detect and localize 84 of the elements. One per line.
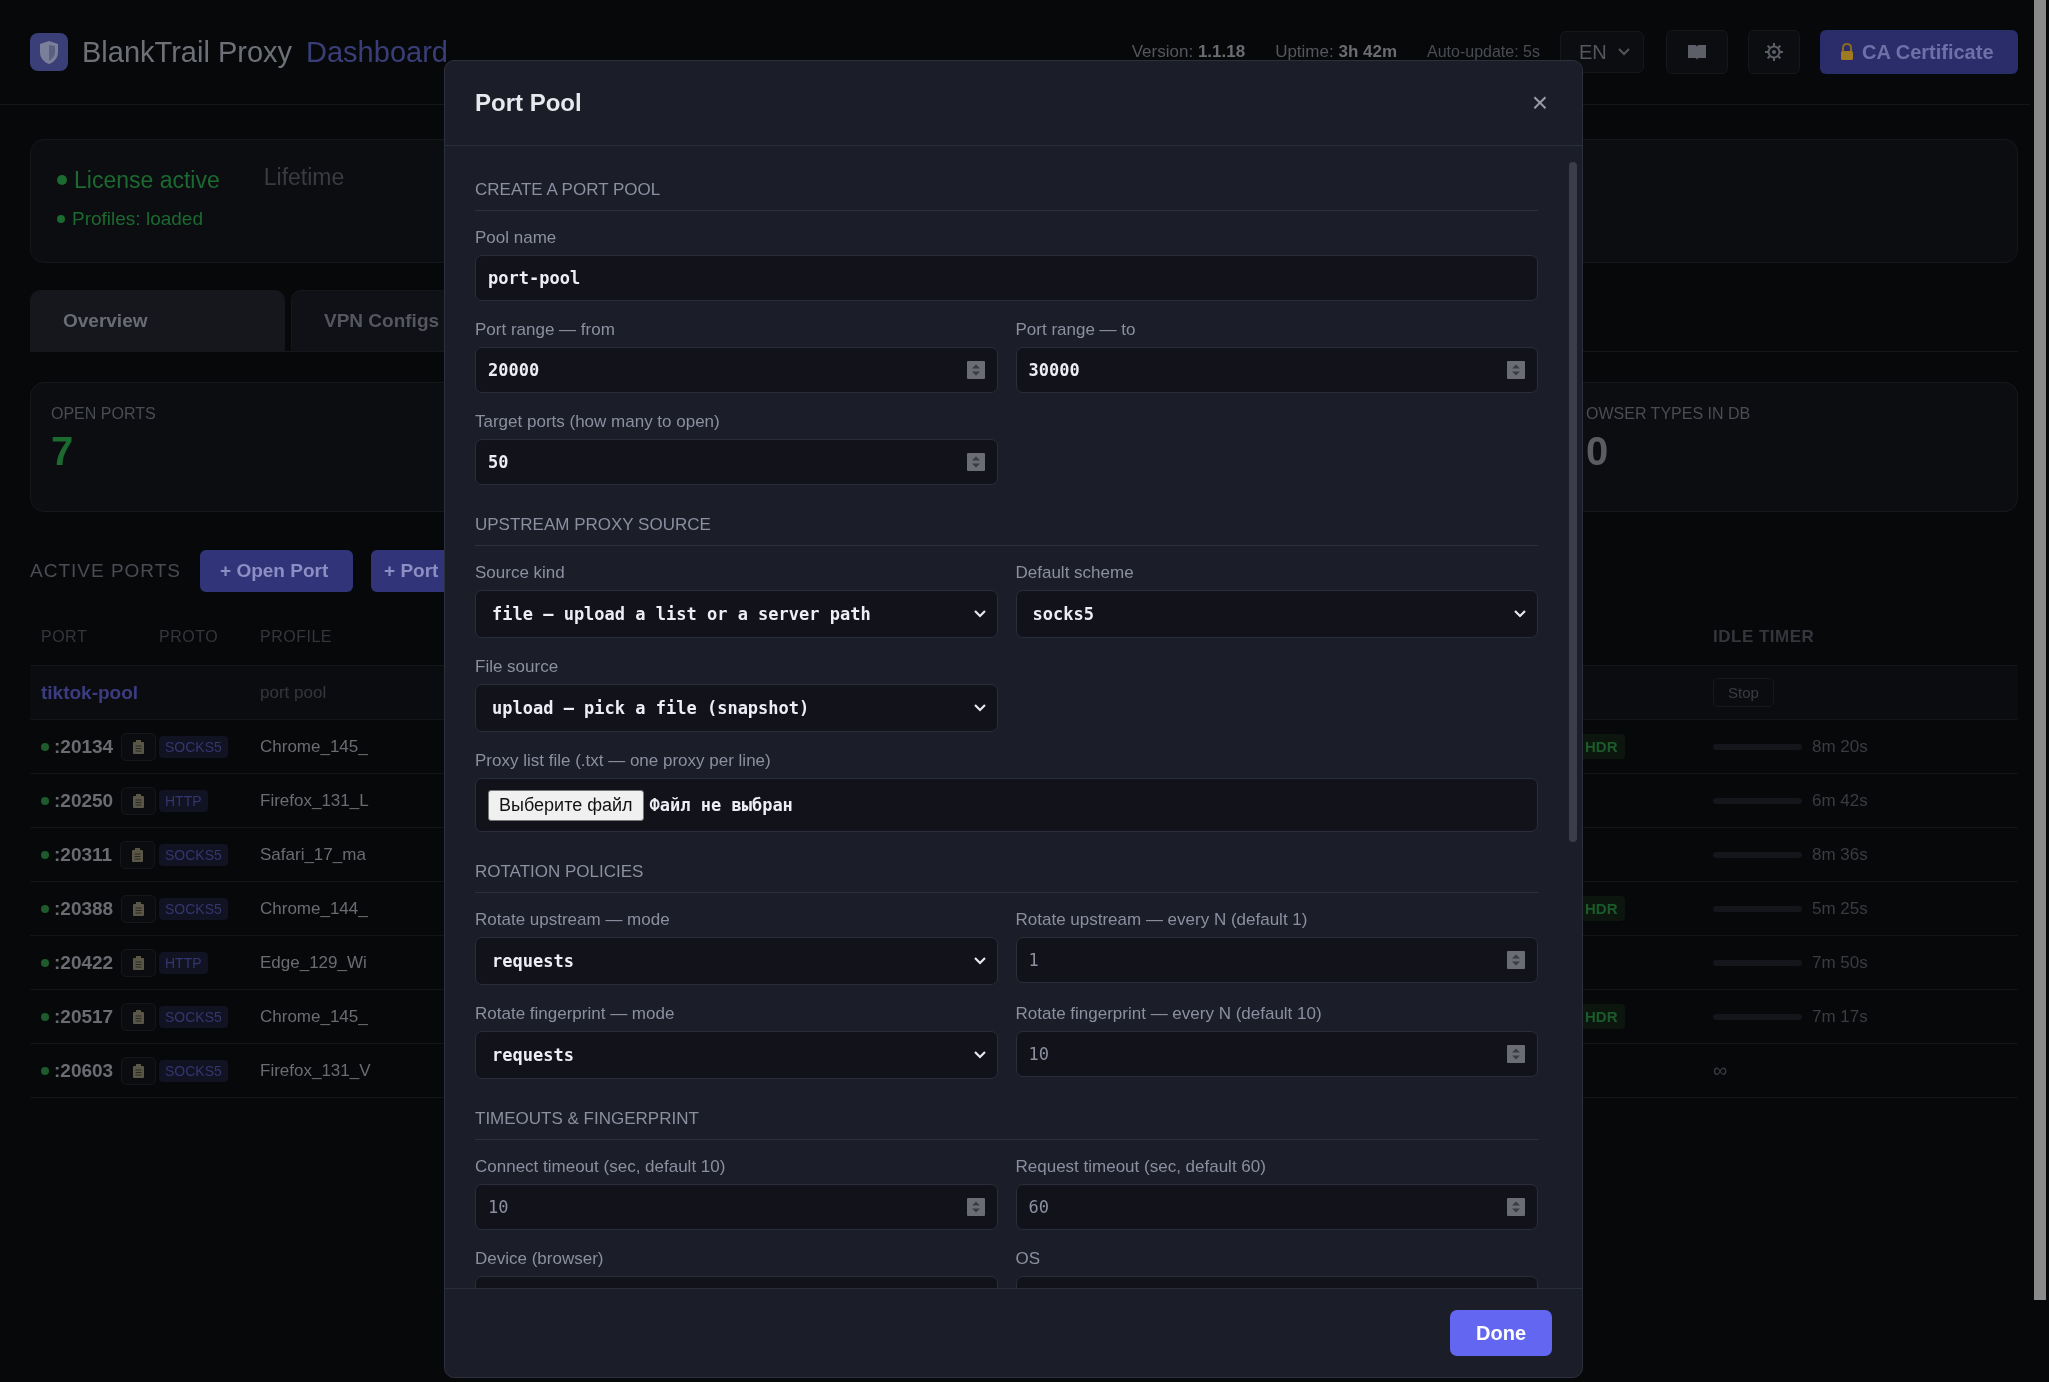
protocol-tag: HTTP <box>159 951 208 974</box>
field-label: Default scheme <box>1015 562 1135 584</box>
idle-timer-text: 7m 50s <box>1812 952 1868 973</box>
protocol-tag: SOCKS5 <box>159 735 228 758</box>
add-button[interactable]: + Open Port <box>200 550 353 592</box>
port-number: :20311 <box>54 843 113 866</box>
stat-value: 0 <box>1586 429 1610 474</box>
hdr-tag: HDR <box>1583 733 1625 759</box>
table-cell-text: Chrome_145_ <box>260 736 369 757</box>
choose-file-button[interactable]: Выберите файл <box>488 789 644 821</box>
field-label: Pool name <box>475 227 558 249</box>
protocol-tag: SOCKS5 <box>159 843 228 866</box>
port-number: :20603 <box>54 1059 114 1082</box>
idle-timer-text: 7m 17s <box>1812 1006 1868 1027</box>
hdr-tag: HDR <box>1583 895 1625 921</box>
number-field[interactable]: 1 <box>1015 937 1538 983</box>
table-cell-text: Firefox_131_V <box>260 1060 372 1081</box>
field-label: Request timeout (sec, default 60) <box>1015 1156 1267 1178</box>
port-number: :20422 <box>54 951 114 974</box>
port-number: :20250 <box>54 789 114 812</box>
select-field[interactable]: requests <box>475 937 998 985</box>
protocol-tag: SOCKS5 <box>159 1059 228 1082</box>
number-field[interactable]: 20000 <box>475 347 998 393</box>
field-label: Port range — to <box>1015 319 1137 341</box>
idle-timer-text: ∞ <box>1713 1059 1728 1082</box>
protocol-tag: SOCKS5 <box>159 897 228 920</box>
field-label: Target ports (how many to open) <box>475 411 721 433</box>
app-title: BlankTrail Proxy <box>82 35 293 69</box>
section-title: ACTIVE PORTS <box>30 560 181 582</box>
field-label: Rotate fingerprint — every N (default 10) <box>1015 1003 1323 1025</box>
stat-label: OPEN PORTS <box>51 405 157 423</box>
section-heading: CREATE A PORT POOL <box>475 166 1538 211</box>
stat-label: OWSER TYPES IN DB <box>1586 405 1752 423</box>
auto-update-text: Auto-update: 5s <box>1427 43 1540 61</box>
field-label: File source <box>475 656 560 678</box>
version-text: Version: 1.1.18 <box>1131 42 1246 62</box>
protocol-tag: SOCKS5 <box>159 1005 228 1028</box>
dialog-title: Port Pool <box>475 89 582 117</box>
select-field[interactable]: upload — pick a file (snapshot) <box>475 684 998 732</box>
stat-value: 7 <box>51 429 75 474</box>
table-cell-text: Chrome_144_ <box>260 898 369 919</box>
profiles-status: Profiles: loaded <box>72 207 203 230</box>
section-heading: TIMEOUTS & FINGERPRINT <box>475 1095 1538 1140</box>
idle-timer-text: 8m 36s <box>1812 844 1868 865</box>
table-cell-text: Edge_129_Wi <box>260 952 368 973</box>
select-field[interactable]: requests <box>475 1031 998 1079</box>
done-button[interactable]: Done <box>1450 1310 1552 1356</box>
file-field[interactable]: Выберите файл Файл не выбран <box>475 778 1538 832</box>
field-label: OS <box>1015 1248 1042 1270</box>
number-field[interactable]: 10 <box>1015 1031 1538 1077</box>
port-number: :20134 <box>54 735 114 758</box>
idle-timer-text: 5m 25s <box>1812 898 1868 919</box>
port-number: :20517 <box>54 1005 114 1028</box>
select-field[interactable]: socks5 <box>1015 590 1538 638</box>
field-label: Proxy list file (.txt — one proxy per line) <box>475 750 772 772</box>
section-heading: UPSTREAM PROXY SOURCE <box>475 501 1538 546</box>
number-field[interactable]: 60 <box>1015 1184 1538 1230</box>
license-status: License active <box>74 166 220 194</box>
select-field[interactable]: file — upload a list or a server path <box>475 590 998 638</box>
port-number: :20388 <box>54 897 114 920</box>
tab[interactable]: Overview <box>30 290 285 351</box>
hdr-tag: HDR <box>1583 1003 1625 1029</box>
uptime-text: Uptime: 3h 42m <box>1275 42 1398 62</box>
app-subtitle: Dashboard <box>306 35 448 69</box>
field-label: Source kind <box>475 562 566 584</box>
field-label: Rotate fingerprint — mode <box>475 1003 676 1025</box>
field-label: Port range — from <box>475 319 616 341</box>
field-label: Rotate upstream — mode <box>475 909 671 931</box>
protocol-tag: HTTP <box>159 789 208 812</box>
close-button[interactable]: × <box>1527 89 1552 117</box>
number-field[interactable]: 10 <box>475 1184 998 1230</box>
table-cell-text: Safari_17_ma <box>260 844 367 865</box>
table-cell-text: Firefox_131_L <box>260 790 370 811</box>
field-label: Connect timeout (sec, default 10) <box>475 1156 727 1178</box>
section-heading: ROTATION POLICIES <box>475 848 1538 893</box>
field-label: Device (browser) <box>475 1248 605 1270</box>
table-cell-text: Chrome_145_ <box>260 1006 369 1027</box>
text-field[interactable]: port-pool <box>475 255 1538 301</box>
field-label: Rotate upstream — every N (default 1) <box>1015 909 1309 931</box>
idle-timer-text: 6m 42s <box>1812 790 1868 811</box>
add-button[interactable]: + Port <box>371 550 444 592</box>
number-field[interactable]: 30000 <box>1015 347 1538 393</box>
idle-timer-text: 8m 20s <box>1812 736 1868 757</box>
number-field[interactable]: 50 <box>475 439 998 485</box>
